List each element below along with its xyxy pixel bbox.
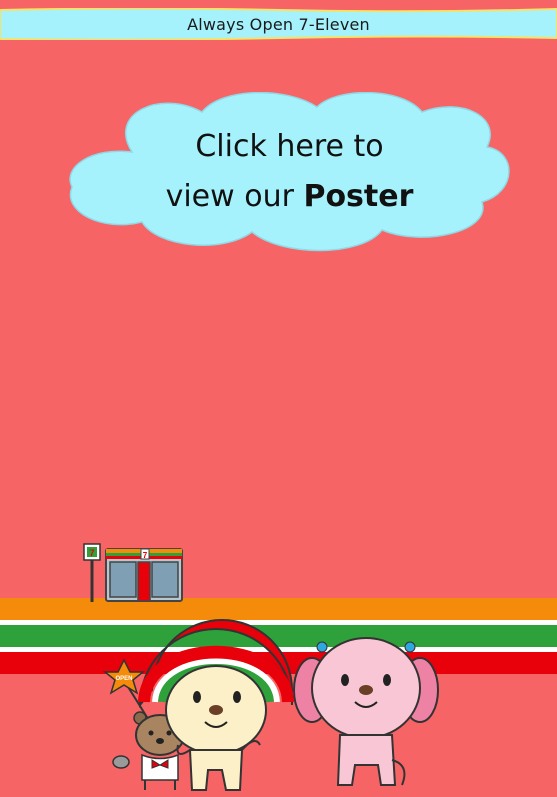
header-banner: Always Open 7-Eleven	[0, 8, 557, 40]
star-label: OPEN	[115, 676, 132, 682]
header-title: Always Open 7-Eleven	[187, 14, 370, 34]
store-label: 7	[143, 551, 148, 560]
sign-label: 7	[89, 548, 94, 558]
store-sign-icon: 7	[83, 543, 101, 602]
cta-line1: Click here to	[195, 129, 384, 164]
cta-poster-word: Poster	[303, 179, 414, 214]
pink-mascot	[293, 637, 439, 786]
mascot-illustration: 7 7 OPEN	[83, 543, 439, 791]
view-poster-button[interactable]: Click here to view our Poster	[62, 92, 517, 252]
store-building-icon: 7	[105, 548, 183, 602]
cta-line2-prefix: view our	[165, 179, 304, 214]
cta-line2: view our Poster	[166, 172, 414, 222]
cloud-text: Click here to view our Poster	[62, 92, 517, 252]
